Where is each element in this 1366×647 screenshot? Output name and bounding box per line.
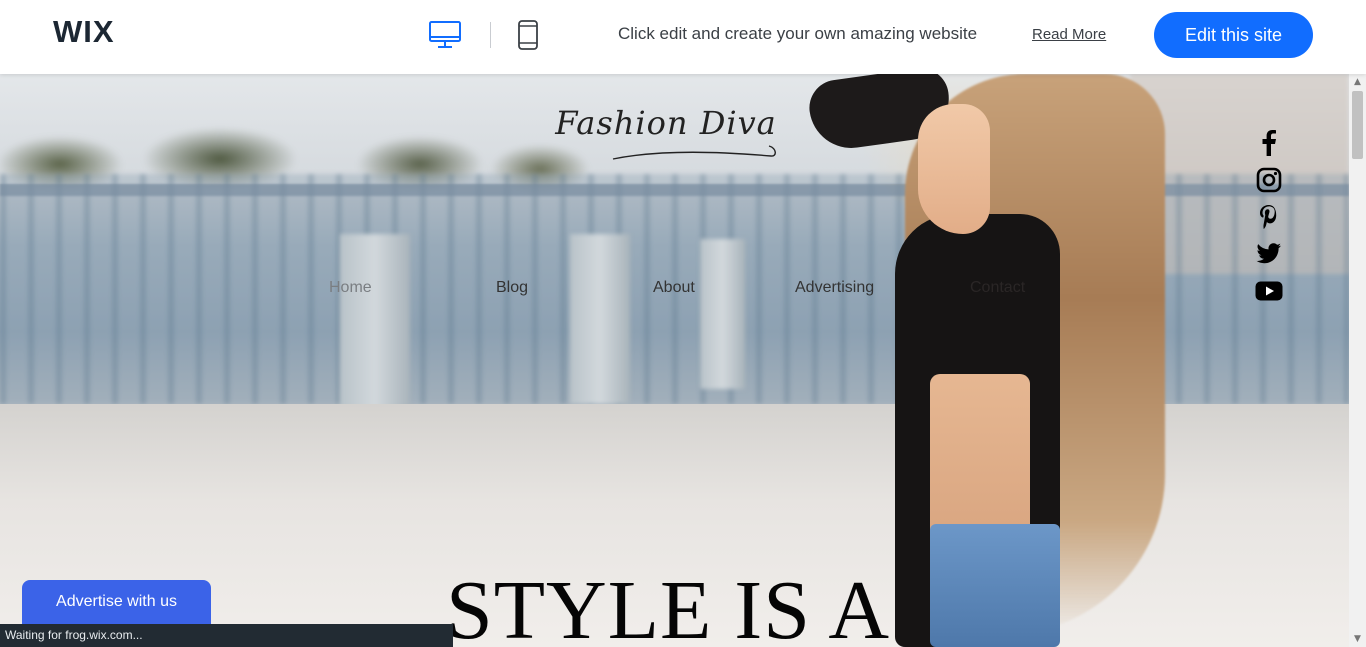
edit-site-button[interactable]: Edit this site — [1154, 12, 1313, 58]
device-separator — [490, 22, 491, 48]
nav-about[interactable]: About — [653, 279, 695, 297]
desktop-view-icon[interactable] — [428, 20, 462, 50]
site-logo[interactable]: Fashion Diva — [553, 104, 779, 174]
nav-blog[interactable]: Blog — [496, 279, 528, 297]
youtube-icon[interactable] — [1255, 277, 1283, 305]
scroll-thumb[interactable] — [1352, 91, 1363, 159]
facebook-icon[interactable] — [1255, 129, 1283, 157]
hero-headline: STYLE IS A — [446, 564, 891, 647]
read-more-link[interactable]: Read More — [1032, 26, 1106, 43]
pinterest-icon[interactable] — [1255, 203, 1283, 231]
mobile-view-icon[interactable] — [517, 19, 539, 51]
nav-contact[interactable]: Contact — [970, 279, 1025, 297]
nav-advertising[interactable]: Advertising — [795, 279, 874, 297]
scroll-down-arrow-icon[interactable]: ▼ — [1349, 631, 1366, 647]
scroll-up-arrow-icon[interactable]: ▲ — [1349, 74, 1366, 90]
promo-text: Click edit and create your own amazing w… — [618, 24, 978, 43]
nav-home[interactable]: Home — [329, 279, 372, 297]
instagram-icon[interactable] — [1255, 166, 1283, 194]
site-nav: Home Blog About Advertising Contact — [0, 279, 1349, 309]
site-page: Fashion Diva Home Blog About Advertising… — [0, 74, 1349, 647]
wix-logo[interactable]: WIX — [53, 14, 115, 50]
wix-promo-bar: WIX Click edit and create your own amazi… — [0, 0, 1366, 74]
twitter-icon[interactable] — [1255, 240, 1283, 268]
browser-status-text: Waiting for frog.wix.com... — [0, 624, 453, 647]
page-scrollbar[interactable]: ▲ ▼ — [1349, 74, 1366, 647]
advertise-with-us-button[interactable]: Advertise with us — [22, 580, 211, 624]
